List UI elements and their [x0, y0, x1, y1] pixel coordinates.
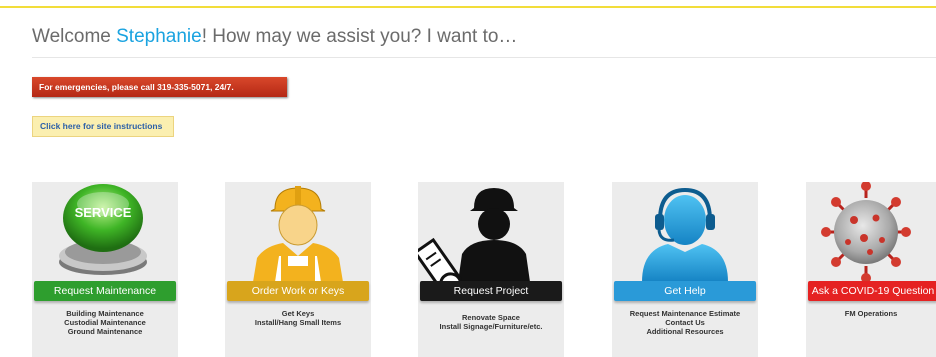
list-item: Building Maintenance [66, 309, 144, 318]
list-item: FM Operations [844, 309, 898, 318]
card-order-work-keys[interactable]: Order Work or Keys Get Keys Install/Hang… [225, 182, 371, 357]
service-button-icon[interactable]: SERVICE [32, 182, 178, 282]
welcome-suffix: ! How may we assist you? I want to… [201, 26, 518, 47]
list-item: Request Maintenance Estimate [629, 309, 741, 318]
list-item: Install/Hang Small Items [254, 318, 342, 327]
emergency-banner: For emergencies, please call 319-335-507… [32, 77, 287, 97]
site-instructions-button[interactable]: Click here for site instructions [32, 116, 174, 137]
welcome-heading: Welcome Stephanie! How may we assist you… [32, 26, 517, 48]
covid-virus-icon[interactable] [806, 181, 936, 283]
card-request-project[interactable]: Request Project Renovate Space Install S… [413, 182, 564, 357]
covid-question-button[interactable]: Ask a COVID-19 Question [808, 281, 936, 301]
covid-item-list: FM Operations [806, 309, 936, 318]
engineer-blueprint-icon[interactable] [413, 182, 564, 296]
card-request-maintenance[interactable]: SERVICE Request Maintenance Building Mai… [32, 182, 178, 357]
list-item: Custodial Maintenance [64, 318, 146, 327]
service-text: SERVICE [75, 205, 132, 220]
worker-hardhat-icon[interactable] [225, 182, 371, 282]
keys-item-list: Get Keys Install/Hang Small Items [225, 309, 371, 327]
headset-support-icon[interactable] [612, 182, 758, 282]
card-get-help[interactable]: Get Help Request Maintenance Estimate Co… [612, 182, 758, 357]
request-maintenance-button[interactable]: Request Maintenance [34, 281, 176, 301]
maintenance-item-list: Building Maintenance Custodial Maintenan… [32, 309, 178, 336]
list-item: Renovate Space [462, 313, 520, 322]
list-item: Get Keys [281, 309, 315, 318]
list-item: Ground Maintenance [67, 327, 143, 336]
list-item: Contact Us [665, 318, 705, 327]
header-divider [32, 57, 936, 58]
list-item: Additional Resources [646, 327, 724, 336]
accent-top-line [0, 6, 936, 8]
order-work-keys-button[interactable]: Order Work or Keys [227, 281, 369, 301]
user-name: Stephanie [116, 26, 202, 47]
help-item-list: Request Maintenance Estimate Contact Us … [612, 309, 758, 336]
list-item: Install Signage/Furniture/etc. [439, 322, 543, 331]
get-help-button[interactable]: Get Help [614, 281, 756, 301]
project-item-list: Renovate Space Install Signage/Furniture… [418, 313, 564, 331]
welcome-prefix: Welcome [32, 26, 117, 47]
card-covid-question[interactable]: Ask a COVID-19 Question FM Operations [806, 181, 936, 357]
request-project-button[interactable]: Request Project [420, 281, 562, 301]
